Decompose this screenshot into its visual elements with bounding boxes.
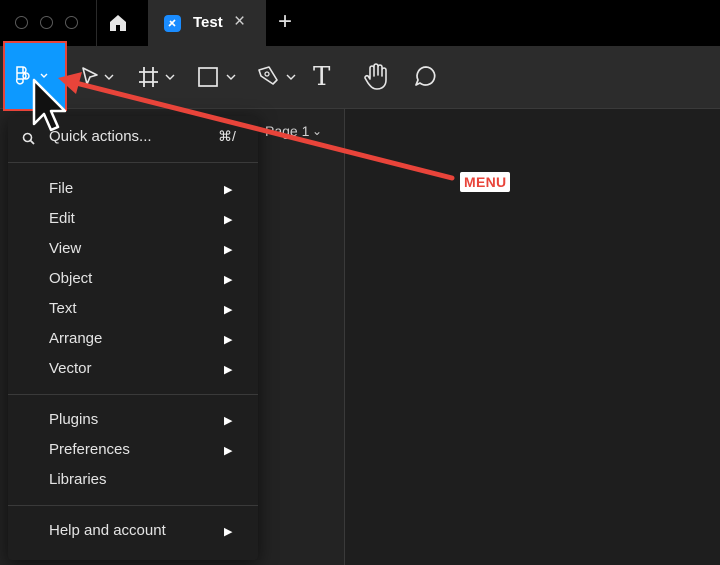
submenu-arrow-icon: ▶ [224, 364, 233, 376]
menu-item-label: Vector [49, 360, 92, 377]
menu-divider [8, 505, 258, 506]
new-tab-button[interactable]: + [278, 9, 292, 35]
comment-tool-icon [415, 66, 436, 86]
tab-test[interactable]: Test × [148, 0, 266, 46]
submenu-arrow-icon: ▶ [224, 244, 233, 256]
close-tab-icon[interactable]: × [234, 11, 245, 33]
submenu-arrow-icon: ▶ [224, 184, 233, 196]
shape-tool-button[interactable] [196, 62, 240, 92]
menu-item-label: Text [49, 300, 77, 317]
window-maximize-button[interactable] [65, 16, 78, 29]
frame-tool-icon [139, 67, 175, 87]
submenu-arrow-icon: ▶ [224, 526, 233, 538]
canvas[interactable] [346, 109, 720, 565]
annotation-label: MENU [460, 172, 511, 192]
text-tool-icon: T [313, 62, 331, 92]
window-minimize-button[interactable] [40, 16, 53, 29]
move-tool-button[interactable] [78, 62, 118, 92]
comment-tool-button[interactable] [412, 62, 440, 92]
tab-title: Test [193, 14, 223, 31]
shape-tool-icon [198, 67, 236, 87]
title-bar: Test × + [0, 0, 720, 46]
page-selector[interactable]: Page 1 [265, 123, 309, 139]
main-menu-dropdown: Quick actions... ⌘/ File ▶ Edit ▶ View ▶… [8, 116, 258, 560]
submenu-arrow-icon: ▶ [224, 415, 233, 427]
main-menu-button[interactable] [3, 41, 67, 111]
menu-item-label: Edit [49, 210, 75, 227]
text-tool-button[interactable]: T [313, 62, 339, 92]
menu-item-label: Arrange [49, 330, 103, 347]
menu-item-label: View [49, 240, 82, 257]
pen-tool-icon [258, 66, 296, 85]
menu-item-label: Plugins [49, 411, 99, 428]
figma-logo-icon [15, 66, 48, 85]
submenu-arrow-icon: ▶ [224, 214, 233, 226]
hand-tool-icon [364, 63, 387, 90]
quick-actions-search[interactable]: Quick actions... [49, 128, 152, 145]
quick-actions-shortcut: ⌘/ [218, 128, 236, 144]
hand-tool-button[interactable] [362, 62, 390, 92]
pen-tool-button[interactable] [255, 62, 299, 92]
frame-tool-button[interactable] [136, 62, 178, 92]
submenu-arrow-icon: ▶ [224, 304, 233, 316]
search-icon [22, 132, 35, 145]
menu-item-label: Libraries [49, 471, 107, 488]
submenu-arrow-icon: ▶ [224, 445, 233, 457]
window-close-button[interactable] [15, 16, 28, 29]
submenu-arrow-icon: ▶ [224, 274, 233, 286]
menu-item-label: File [49, 180, 74, 197]
menu-divider [8, 162, 258, 163]
menu-item-label: Object [49, 270, 93, 287]
menu-item-label: Help and account [49, 522, 166, 539]
submenu-arrow-icon: ▶ [224, 334, 233, 346]
tab-divider [96, 0, 97, 46]
menu-item-label: Preferences [49, 441, 130, 458]
chevron-down-icon[interactable]: ⌄ [312, 124, 322, 138]
move-tool-icon [82, 67, 114, 85]
home-icon[interactable] [106, 11, 130, 35]
design-file-icon [164, 15, 181, 32]
menu-divider [8, 394, 258, 395]
